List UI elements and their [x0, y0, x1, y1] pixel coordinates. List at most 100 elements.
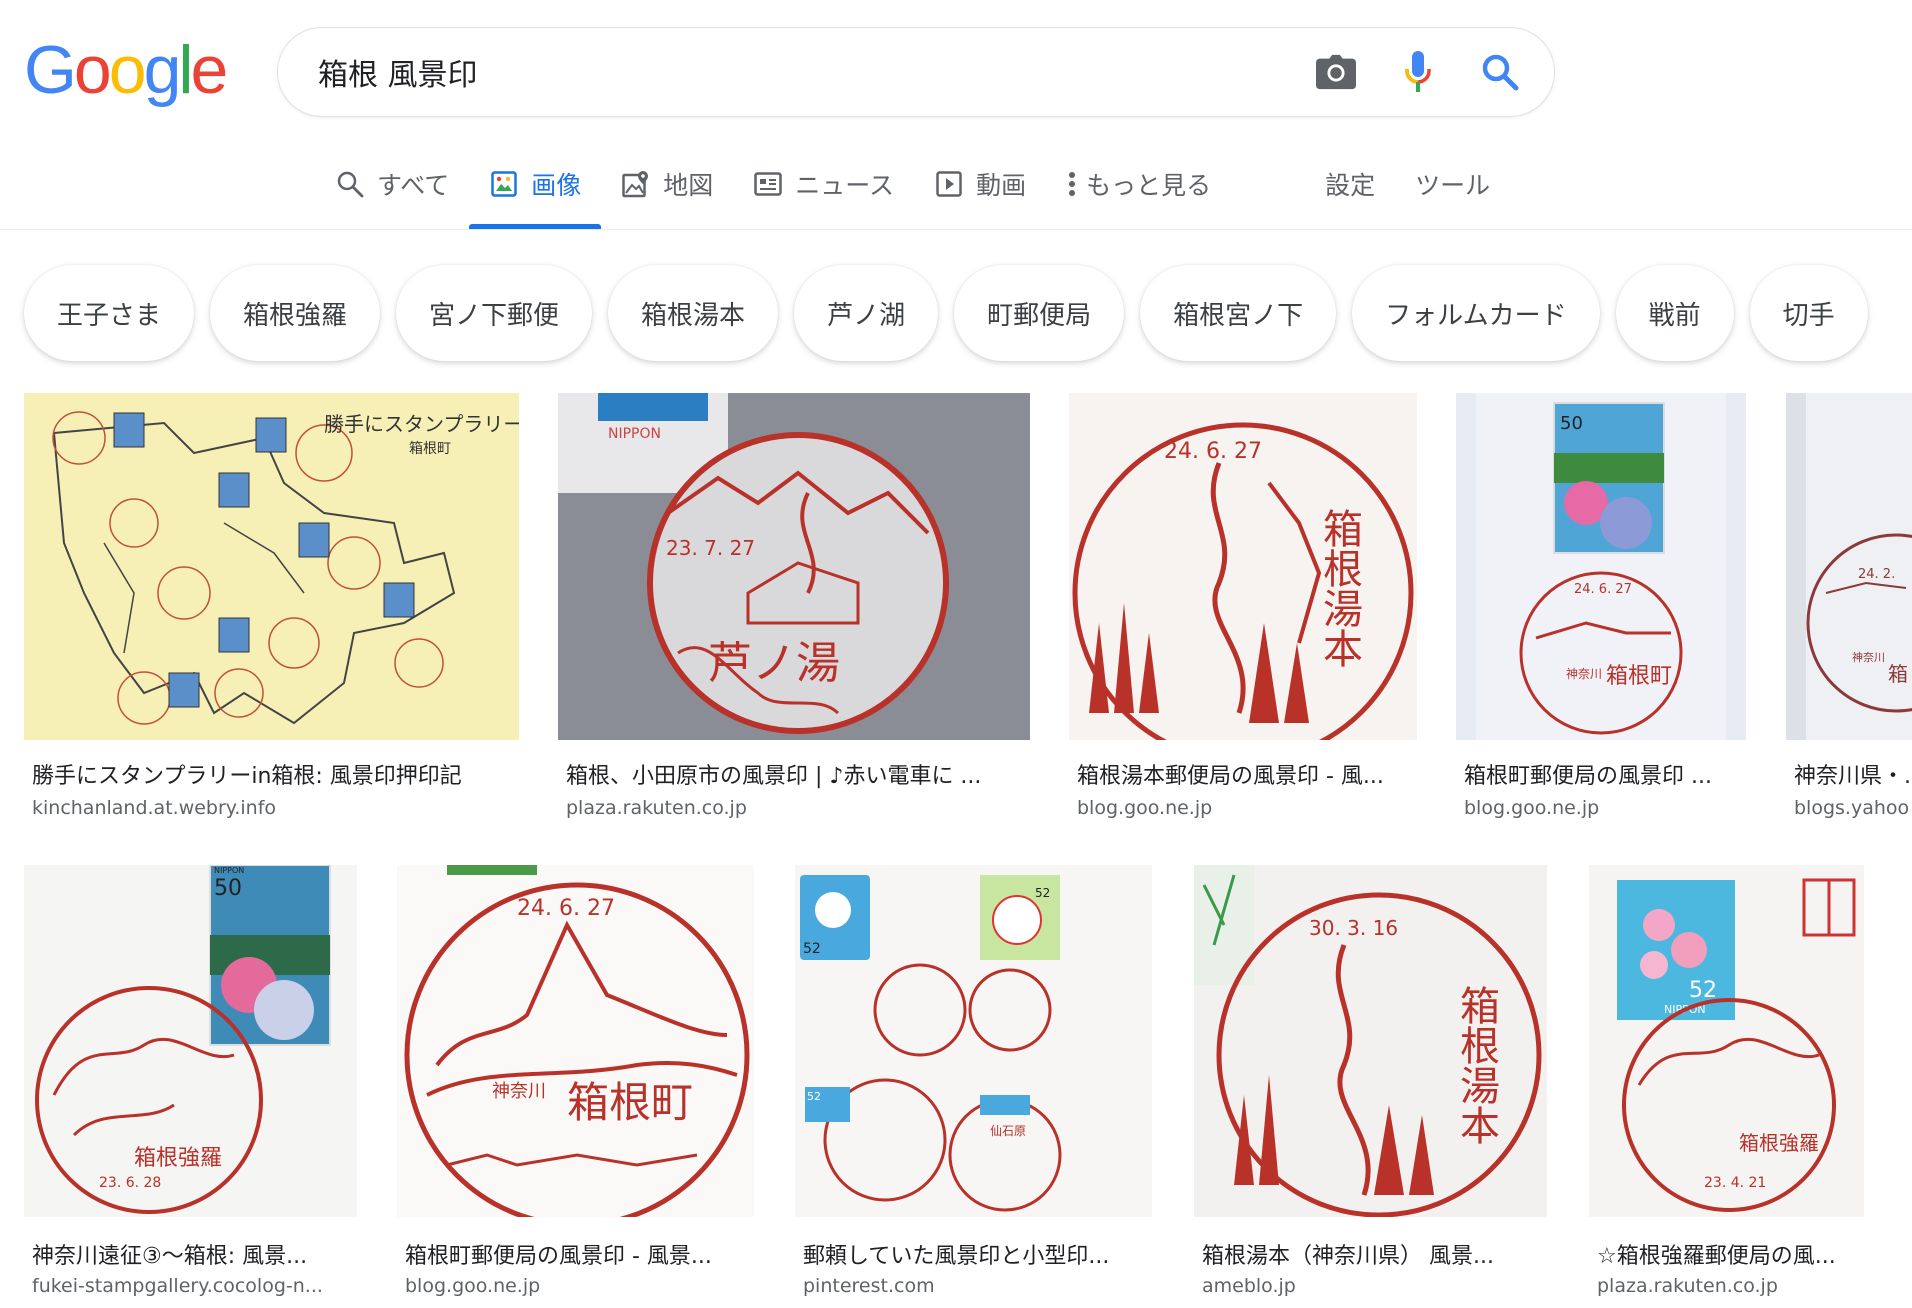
stamp-date-text: 30. 3. 16 [1309, 916, 1398, 940]
result-title[interactable]: 箱根町郵便局の風景印 ... [1464, 758, 1749, 790]
chip[interactable]: 町郵便局 [954, 265, 1125, 361]
image-icon [489, 169, 519, 199]
stamp-value-text: 52 [1035, 886, 1050, 900]
result-source: plaza.rakuten.co.jp [1597, 1275, 1778, 1297]
result-thumbnail[interactable]: 勝手にスタンプラリー 箱根町 [24, 393, 519, 740]
result-title[interactable]: 箱根、小田原市の風景印 | ♪赤い電車に ... [566, 758, 1026, 790]
search-icon [335, 169, 365, 199]
result-source: blog.goo.ne.jp [405, 1275, 541, 1297]
google-logo[interactable]: Google [24, 36, 228, 104]
stamp-date-text: 24. 6. 27 [1164, 439, 1262, 464]
result-title[interactable]: 箱根湯本（神奈川県） 風景... [1202, 1238, 1547, 1270]
result-source: fukei-stampgallery.cocolog-n... [32, 1275, 323, 1297]
image-result[interactable]: NIPPON 23. 7. 27 芦ノ湯 箱根、小田原市の風景印 | ♪赤い電車… [558, 393, 1030, 833]
tab-news[interactable]: ニュース [733, 150, 914, 218]
result-thumbnail[interactable]: 30. 3. 16 箱根湯本 [1194, 865, 1547, 1217]
result-source: kinchanland.at.webry.info [32, 797, 277, 819]
tab-maps[interactable]: 地図 [601, 150, 733, 218]
video-icon [934, 169, 964, 199]
map-icon [621, 169, 651, 199]
result-source: blogs.yahoo [1794, 797, 1910, 819]
result-thumbnail[interactable]: 50 24. 6. 27 神奈川 箱根町 [1456, 393, 1746, 740]
tab-label: 地図 [663, 171, 714, 200]
result-thumbnail[interactable]: 50 NIPPON 箱根強羅 23. 6. 28 [24, 865, 357, 1217]
image-result[interactable]: 52 52 52 仙石原 郵頼していた風景印と小型印... pinterest.… [795, 865, 1152, 1305]
tab-label: ニュース [795, 171, 895, 200]
result-title[interactable]: 箱根町郵便局の風景印 - 風景... [405, 1238, 755, 1270]
stamp-text: NIPPON [214, 866, 244, 875]
stamp-date-text: 23. 4. 21 [1704, 1175, 1766, 1191]
stamp-name-text: 箱根町 [567, 1078, 693, 1127]
chip[interactable]: 王子さま [24, 265, 195, 361]
result-thumbnail[interactable]: NIPPON 23. 7. 27 芦ノ湯 [558, 393, 1030, 740]
result-title[interactable]: 神奈川県・... [1794, 758, 1912, 790]
more-vertical-icon [1066, 169, 1078, 199]
stamp-name-text: 箱根強羅 [134, 1146, 222, 1171]
stamp-value-text: 50 [214, 876, 242, 901]
tab-label: 画像 [531, 171, 582, 200]
result-title[interactable]: ☆箱根強羅郵便局の風... [1597, 1238, 1912, 1270]
image-result[interactable]: 50 NIPPON 箱根強羅 23. 6. 28 神奈川遠征③〜箱根: 風景..… [24, 865, 357, 1305]
result-thumbnail[interactable]: 24. 6. 27 神奈川 箱根町 [397, 865, 754, 1217]
tab-images[interactable]: 画像 [469, 150, 602, 229]
result-thumbnail[interactable]: 52 NIPPON 箱根強羅 23. 4. 21 [1589, 865, 1864, 1217]
chip[interactable]: 箱根強羅 [210, 265, 381, 361]
stamp-name-text: 箱根強羅 [1739, 1131, 1819, 1155]
search-box [277, 27, 1555, 117]
image-result[interactable]: 24. 6. 27 神奈川 箱根町 箱根町郵便局の風景印 - 風景... blo… [397, 865, 754, 1305]
result-source: pinterest.com [803, 1275, 935, 1297]
stamp-name-text: 箱根湯本 [1453, 985, 1499, 1145]
image-result[interactable]: 24. 2. 神奈川 箱 神奈川県・... blogs.yahoo [1786, 393, 1912, 833]
result-thumbnail[interactable]: 24. 6. 27 箱根湯本 [1069, 393, 1417, 740]
stamp-date-text: 24. 2. [1858, 567, 1895, 582]
chip[interactable]: 芦ノ湖 [794, 265, 939, 361]
image-result[interactable]: 30. 3. 16 箱根湯本 箱根湯本（神奈川県） 風景... ameblo.j… [1194, 865, 1547, 1305]
tab-label: もっと見る [1086, 171, 1212, 200]
stamp-text: NIPPON [608, 426, 661, 442]
search-tabs: すべて 画像 地図 ニュース 動画 もっと見る 設定 ツール [315, 150, 1510, 230]
stamp-value-text: 52 [803, 941, 821, 957]
tab-label: 動画 [976, 171, 1027, 200]
chip[interactable]: フォルムカード [1352, 265, 1600, 361]
result-title[interactable]: 勝手にスタンプラリーin箱根: 風景印押印記 [32, 758, 512, 790]
chip[interactable]: 宮ノ下郵便 [396, 265, 593, 361]
tab-settings[interactable]: 設定 [1305, 150, 1395, 218]
result-title[interactable]: 箱根湯本郵便局の風景印 - 風... [1077, 758, 1417, 790]
result-thumbnail[interactable]: 24. 2. 神奈川 箱 [1786, 393, 1912, 740]
image-result[interactable]: 52 NIPPON 箱根強羅 23. 4. 21 ☆箱根強羅郵便局の風... p… [1589, 865, 1912, 1305]
tab-tools[interactable]: ツール [1395, 150, 1510, 218]
news-icon [753, 169, 783, 199]
map-heading-text: 勝手にスタンプラリー [324, 412, 519, 436]
image-result[interactable]: 50 24. 6. 27 神奈川 箱根町 箱根町郵便局の風景印 ... blog… [1456, 393, 1746, 833]
result-title[interactable]: 神奈川遠征③〜箱根: 風景... [32, 1238, 357, 1270]
stamp-date-text: 23. 6. 28 [99, 1175, 161, 1191]
result-source: ameblo.jp [1202, 1275, 1296, 1297]
result-thumbnail[interactable]: 52 52 52 仙石原 [795, 865, 1152, 1217]
stamp-date-text: 23. 7. 27 [666, 536, 755, 560]
chip[interactable]: 切手 [1749, 265, 1868, 361]
tab-videos[interactable]: 動画 [914, 150, 1046, 218]
tab-all[interactable]: すべて [315, 150, 469, 218]
search-input[interactable] [318, 54, 1318, 90]
map-sub-text: 箱根町 [409, 441, 451, 457]
stamp-name-text: 芦ノ湯 [708, 638, 840, 689]
chip[interactable]: 箱根湯本 [608, 265, 779, 361]
tab-label: 設定 [1325, 171, 1376, 200]
result-source: blog.goo.ne.jp [1464, 797, 1600, 819]
stamp-pref-text: 神奈川 [1852, 650, 1885, 664]
search-icon[interactable] [1480, 52, 1520, 92]
stamp-value-text: 52 [807, 1090, 821, 1103]
microphone-icon[interactable] [1398, 51, 1438, 92]
chip[interactable]: 戦前 [1615, 265, 1734, 361]
stamp-date-text: 24. 6. 27 [517, 896, 615, 921]
tab-more[interactable]: もっと見る [1046, 150, 1231, 218]
stamp-date-text: 24. 6. 27 [1574, 582, 1632, 597]
camera-icon[interactable] [1316, 52, 1356, 92]
stamp-name-text: 箱根町 [1606, 664, 1672, 689]
image-result[interactable]: 24. 6. 27 箱根湯本 箱根湯本郵便局の風景印 - 風... blog.g… [1069, 393, 1417, 833]
stamp-value-text: 50 [1560, 413, 1583, 434]
chip[interactable]: 箱根宮ノ下 [1140, 265, 1337, 361]
image-result[interactable]: 勝手にスタンプラリー 箱根町 勝手にスタンプラリーin箱根: 風景印押印記 ki… [24, 393, 519, 833]
result-title[interactable]: 郵頼していた風景印と小型印... [803, 1238, 1153, 1270]
related-search-chips: 王子さま 箱根強羅 宮ノ下郵便 箱根湯本 芦ノ湖 町郵便局 箱根宮ノ下 フォルム… [24, 265, 1868, 361]
